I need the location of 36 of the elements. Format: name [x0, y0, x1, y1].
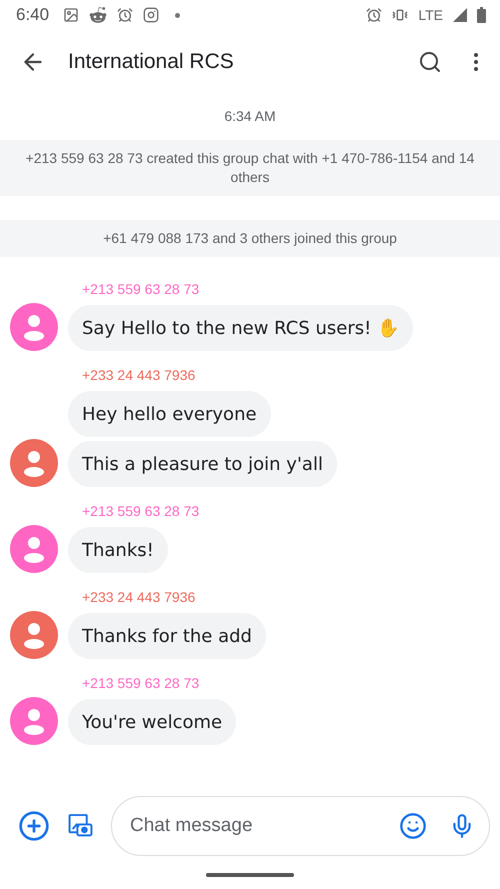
avatar[interactable]	[10, 303, 58, 351]
timestamp: 6:34 AM	[223, 108, 277, 124]
sender-name: +213 559 63 28 73	[82, 675, 200, 691]
message-bubble: You're welcome	[68, 699, 236, 745]
avatar[interactable]	[10, 697, 58, 745]
message-bubble: Hey hello everyone	[68, 391, 271, 437]
compose-field[interactable]: Chat message	[111, 796, 490, 856]
sender-name: +213 559 63 28 73	[82, 281, 200, 297]
status-time: 6:40	[16, 5, 50, 25]
image-icon	[63, 7, 80, 23]
robot-head-icon	[89, 6, 108, 24]
message-bubble: This a pleasure to join y'all	[68, 441, 337, 487]
camera-icon	[143, 7, 160, 23]
emoji-icon[interactable]	[399, 812, 427, 840]
system-message: +61 479 088 173 and 3 others joined this group	[0, 220, 500, 257]
message-bubble: Thanks for the add	[68, 613, 266, 659]
avatar[interactable]	[10, 525, 58, 573]
vibrate-icon	[392, 7, 408, 23]
sender-name: +233 24 443 7936	[82, 367, 196, 383]
add-icon[interactable]	[18, 810, 50, 842]
alarm-icon	[366, 7, 382, 23]
home-handle[interactable]	[206, 873, 294, 877]
battery-icon	[477, 7, 486, 23]
network-label: LTE	[418, 7, 443, 23]
conversation-title: International RCS	[68, 50, 235, 74]
search-icon[interactable]	[418, 50, 442, 74]
dot-icon	[175, 12, 180, 18]
signal-icon	[453, 8, 467, 22]
avatar[interactable]	[10, 439, 58, 487]
avatar[interactable]	[10, 611, 58, 659]
sender-name: +213 559 63 28 73	[82, 503, 200, 519]
message-bubble: Thanks!	[68, 527, 168, 573]
sender-name: +233 24 443 7936	[82, 589, 196, 605]
message-bubble: Say Hello to the new RCS users! ✋	[68, 305, 414, 351]
system-message: +213 559 63 28 73 created this group chat with +1 470-786-1154 and 14 others	[0, 140, 500, 196]
alarm-icon	[117, 7, 134, 23]
